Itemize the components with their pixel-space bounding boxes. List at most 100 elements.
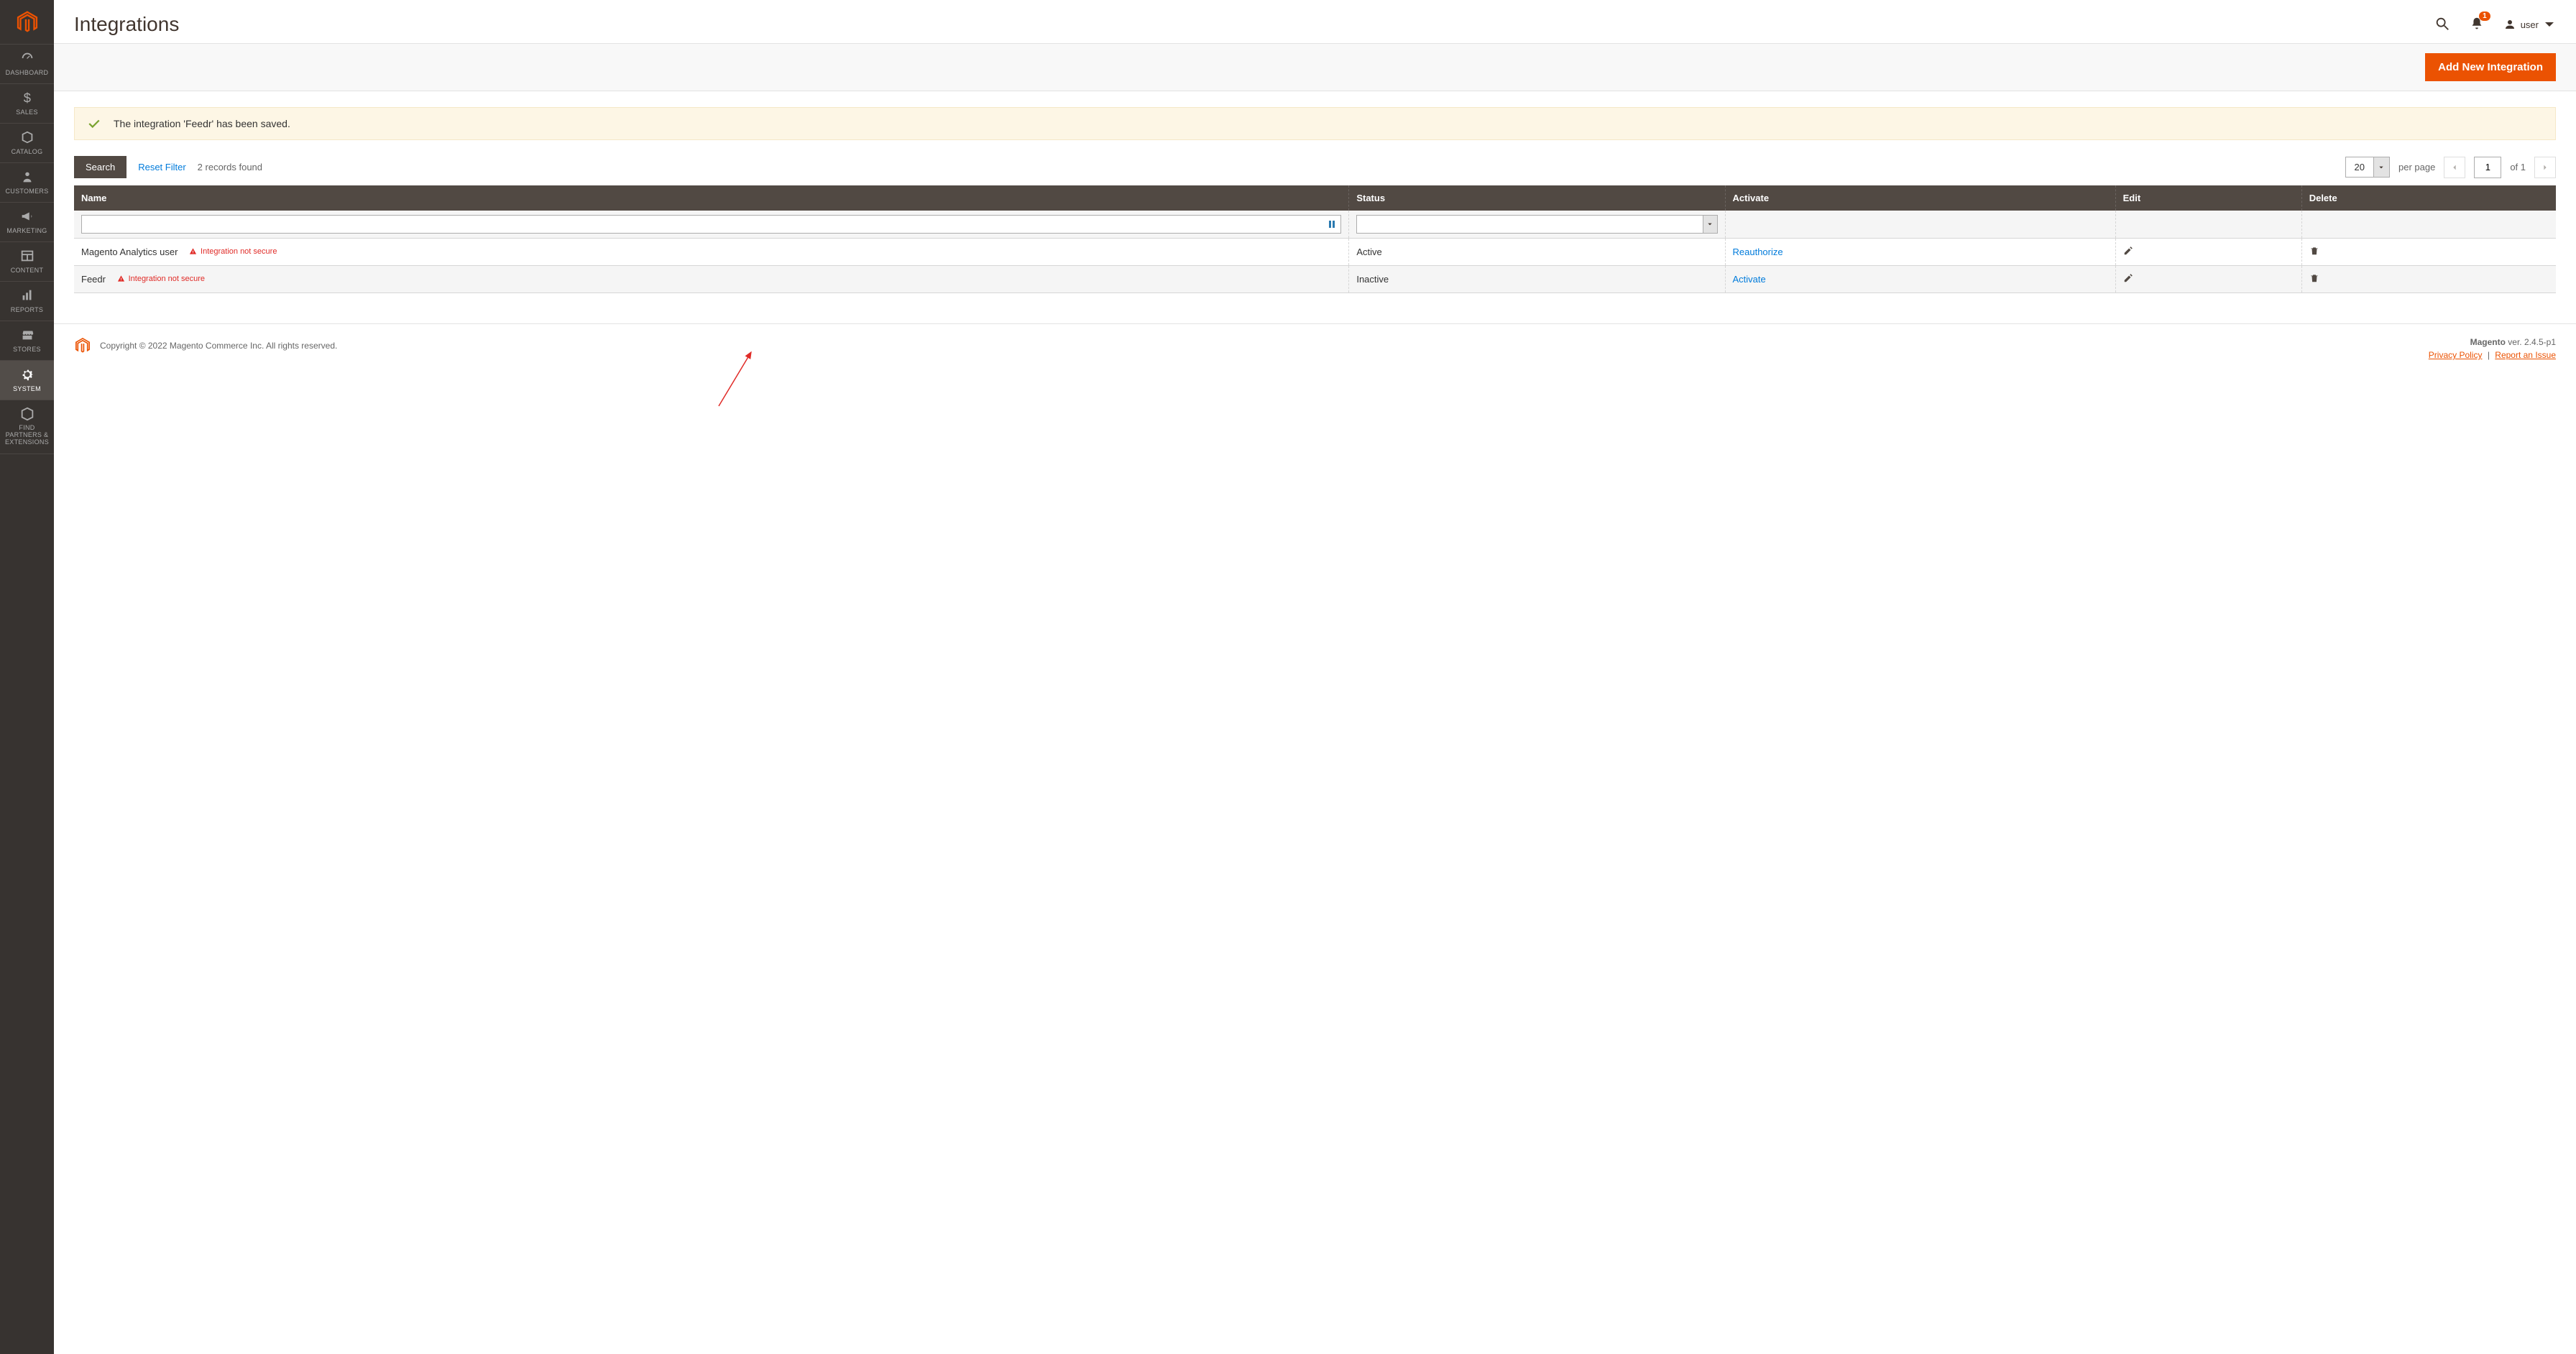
row-status: Inactive: [1349, 266, 1725, 293]
col-header-edit: Edit: [2115, 185, 2301, 211]
page-number-input[interactable]: [2474, 157, 2501, 178]
insecure-warning: Integration not secure: [117, 275, 205, 283]
sidebar-item-sales[interactable]: $ SALES: [0, 84, 54, 124]
integrations-grid: Name Status Activate Edit Delete: [74, 185, 2556, 293]
user-icon: [2503, 18, 2516, 31]
sidebar-item-label: MARKETING: [6, 227, 47, 234]
col-header-activate: Activate: [1725, 185, 2115, 211]
table-row[interactable]: Feedr Integration not secure Inactive Ac…: [74, 266, 2556, 293]
warning-icon: [189, 247, 197, 255]
warning-text: Integration not secure: [129, 275, 205, 283]
sidebar-item-label: FIND PARTNERS & EXTENSIONS: [5, 424, 49, 446]
notification-badge: 1: [2479, 11, 2490, 21]
trash-icon[interactable]: [2309, 273, 2319, 283]
insecure-warning: Integration not secure: [189, 247, 277, 256]
row-status: Active: [1349, 239, 1725, 266]
notifications-button[interactable]: 1: [2469, 16, 2485, 34]
sidebar-item-label: CUSTOMERS: [5, 188, 48, 195]
search-filter-button[interactable]: Search: [74, 156, 126, 178]
search-icon: [2434, 16, 2450, 32]
chevron-down-icon: [2373, 157, 2389, 177]
table-row[interactable]: Magento Analytics user Integration not s…: [74, 239, 2556, 266]
sidebar-item-label: STORES: [13, 346, 41, 353]
privacy-policy-link[interactable]: Privacy Policy: [2429, 350, 2483, 360]
reset-filter-button[interactable]: Reset Filter: [138, 162, 185, 172]
sidebar-item-system[interactable]: SYSTEM: [0, 361, 54, 400]
storefront-icon: [19, 327, 35, 343]
sidebar-item-stores[interactable]: STORES: [0, 321, 54, 361]
page-footer: Copyright © 2022 Magento Commerce Inc. A…: [54, 323, 2576, 373]
search-button[interactable]: [2434, 16, 2450, 34]
svg-text:$: $: [23, 90, 30, 105]
sidebar-item-label: DASHBOARD: [6, 69, 49, 76]
sidebar-item-dashboard[interactable]: DASHBOARD: [0, 45, 54, 84]
main-content: Integrations 1 user Add New Integration …: [54, 0, 2576, 373]
prev-page-button[interactable]: [2444, 157, 2465, 178]
gear-icon: [19, 367, 35, 382]
filter-row: [74, 211, 2556, 239]
per-page-value: 20: [2346, 157, 2373, 177]
warning-text: Integration not secure: [201, 247, 277, 256]
megaphone-icon: [19, 208, 35, 224]
dollar-icon: $: [19, 90, 35, 106]
puzzle-icon: [19, 406, 35, 422]
admin-sidebar: DASHBOARD $ SALES CATALOG CUSTOMERS MARK…: [0, 0, 54, 1354]
check-icon: [88, 119, 101, 129]
filter-helper-icon: [1328, 220, 1337, 229]
status-filter-input[interactable]: [1356, 215, 1703, 234]
chevron-right-icon: [2542, 164, 2549, 171]
copyright-text: Copyright © 2022 Magento Commerce Inc. A…: [100, 341, 337, 351]
next-page-button[interactable]: [2534, 157, 2556, 178]
report-issue-link[interactable]: Report an Issue: [2495, 350, 2556, 360]
sidebar-item-catalog[interactable]: CATALOG: [0, 124, 54, 163]
records-found-text: 2 records found: [198, 162, 262, 172]
chevron-left-icon: [2451, 164, 2458, 171]
dashboard-icon: [19, 50, 35, 66]
sidebar-item-label: SALES: [16, 109, 38, 116]
user-menu[interactable]: user: [2503, 18, 2556, 31]
sidebar-item-reports[interactable]: REPORTS: [0, 282, 54, 321]
per-page-select[interactable]: 20: [2345, 157, 2390, 178]
sidebar-item-label: CATALOG: [12, 148, 43, 155]
magento-footer-icon: [74, 337, 91, 354]
page-header: Integrations 1 user: [54, 0, 2576, 43]
per-page-label: per page: [2398, 162, 2435, 172]
sidebar-menu: DASHBOARD $ SALES CATALOG CUSTOMERS MARK…: [0, 45, 54, 454]
user-name-label: user: [2521, 19, 2539, 30]
sidebar-item-find-partners[interactable]: FIND PARTNERS & EXTENSIONS: [0, 400, 54, 454]
sidebar-item-label: REPORTS: [11, 306, 43, 313]
add-new-integration-button[interactable]: Add New Integration: [2425, 53, 2556, 81]
col-header-delete: Delete: [2301, 185, 2556, 211]
sidebar-item-customers[interactable]: CUSTOMERS: [0, 163, 54, 203]
page-toolbar: Add New Integration: [54, 43, 2576, 91]
magento-logo[interactable]: [0, 0, 54, 45]
magento-logo-icon: [15, 10, 40, 34]
warning-icon: [117, 275, 125, 282]
name-filter-input[interactable]: [81, 215, 1341, 234]
grid-controls: Search Reset Filter 2 records found 20 p…: [74, 156, 2556, 178]
magento-label: Magento: [2470, 337, 2506, 347]
pencil-icon[interactable]: [2123, 246, 2133, 256]
chevron-down-icon[interactable]: [1703, 215, 1718, 234]
success-message: The integration 'Feedr' has been saved.: [74, 107, 2556, 140]
success-message-text: The integration 'Feedr' has been saved.: [114, 118, 290, 129]
pencil-icon[interactable]: [2123, 273, 2133, 283]
col-header-status[interactable]: Status: [1349, 185, 1725, 211]
magento-version: ver. 2.4.5-p1: [2508, 337, 2556, 347]
page-of-text: of 1: [2510, 162, 2526, 172]
sidebar-item-label: SYSTEM: [13, 385, 41, 392]
row-name: Feedr: [81, 274, 106, 285]
activate-link[interactable]: Activate: [1733, 274, 1766, 285]
layout-icon: [19, 248, 35, 264]
col-header-name[interactable]: Name: [74, 185, 1349, 211]
header-actions: 1 user: [2434, 16, 2556, 34]
chevron-down-icon: [2543, 18, 2556, 31]
sidebar-item-marketing[interactable]: MARKETING: [0, 203, 54, 242]
activate-link[interactable]: Reauthorize: [1733, 247, 1783, 257]
trash-icon[interactable]: [2309, 246, 2319, 256]
bars-icon: [19, 287, 35, 303]
sidebar-item-label: CONTENT: [11, 267, 44, 274]
sidebar-item-content[interactable]: CONTENT: [0, 242, 54, 282]
row-name: Magento Analytics user: [81, 247, 178, 257]
page-title: Integrations: [74, 13, 179, 36]
